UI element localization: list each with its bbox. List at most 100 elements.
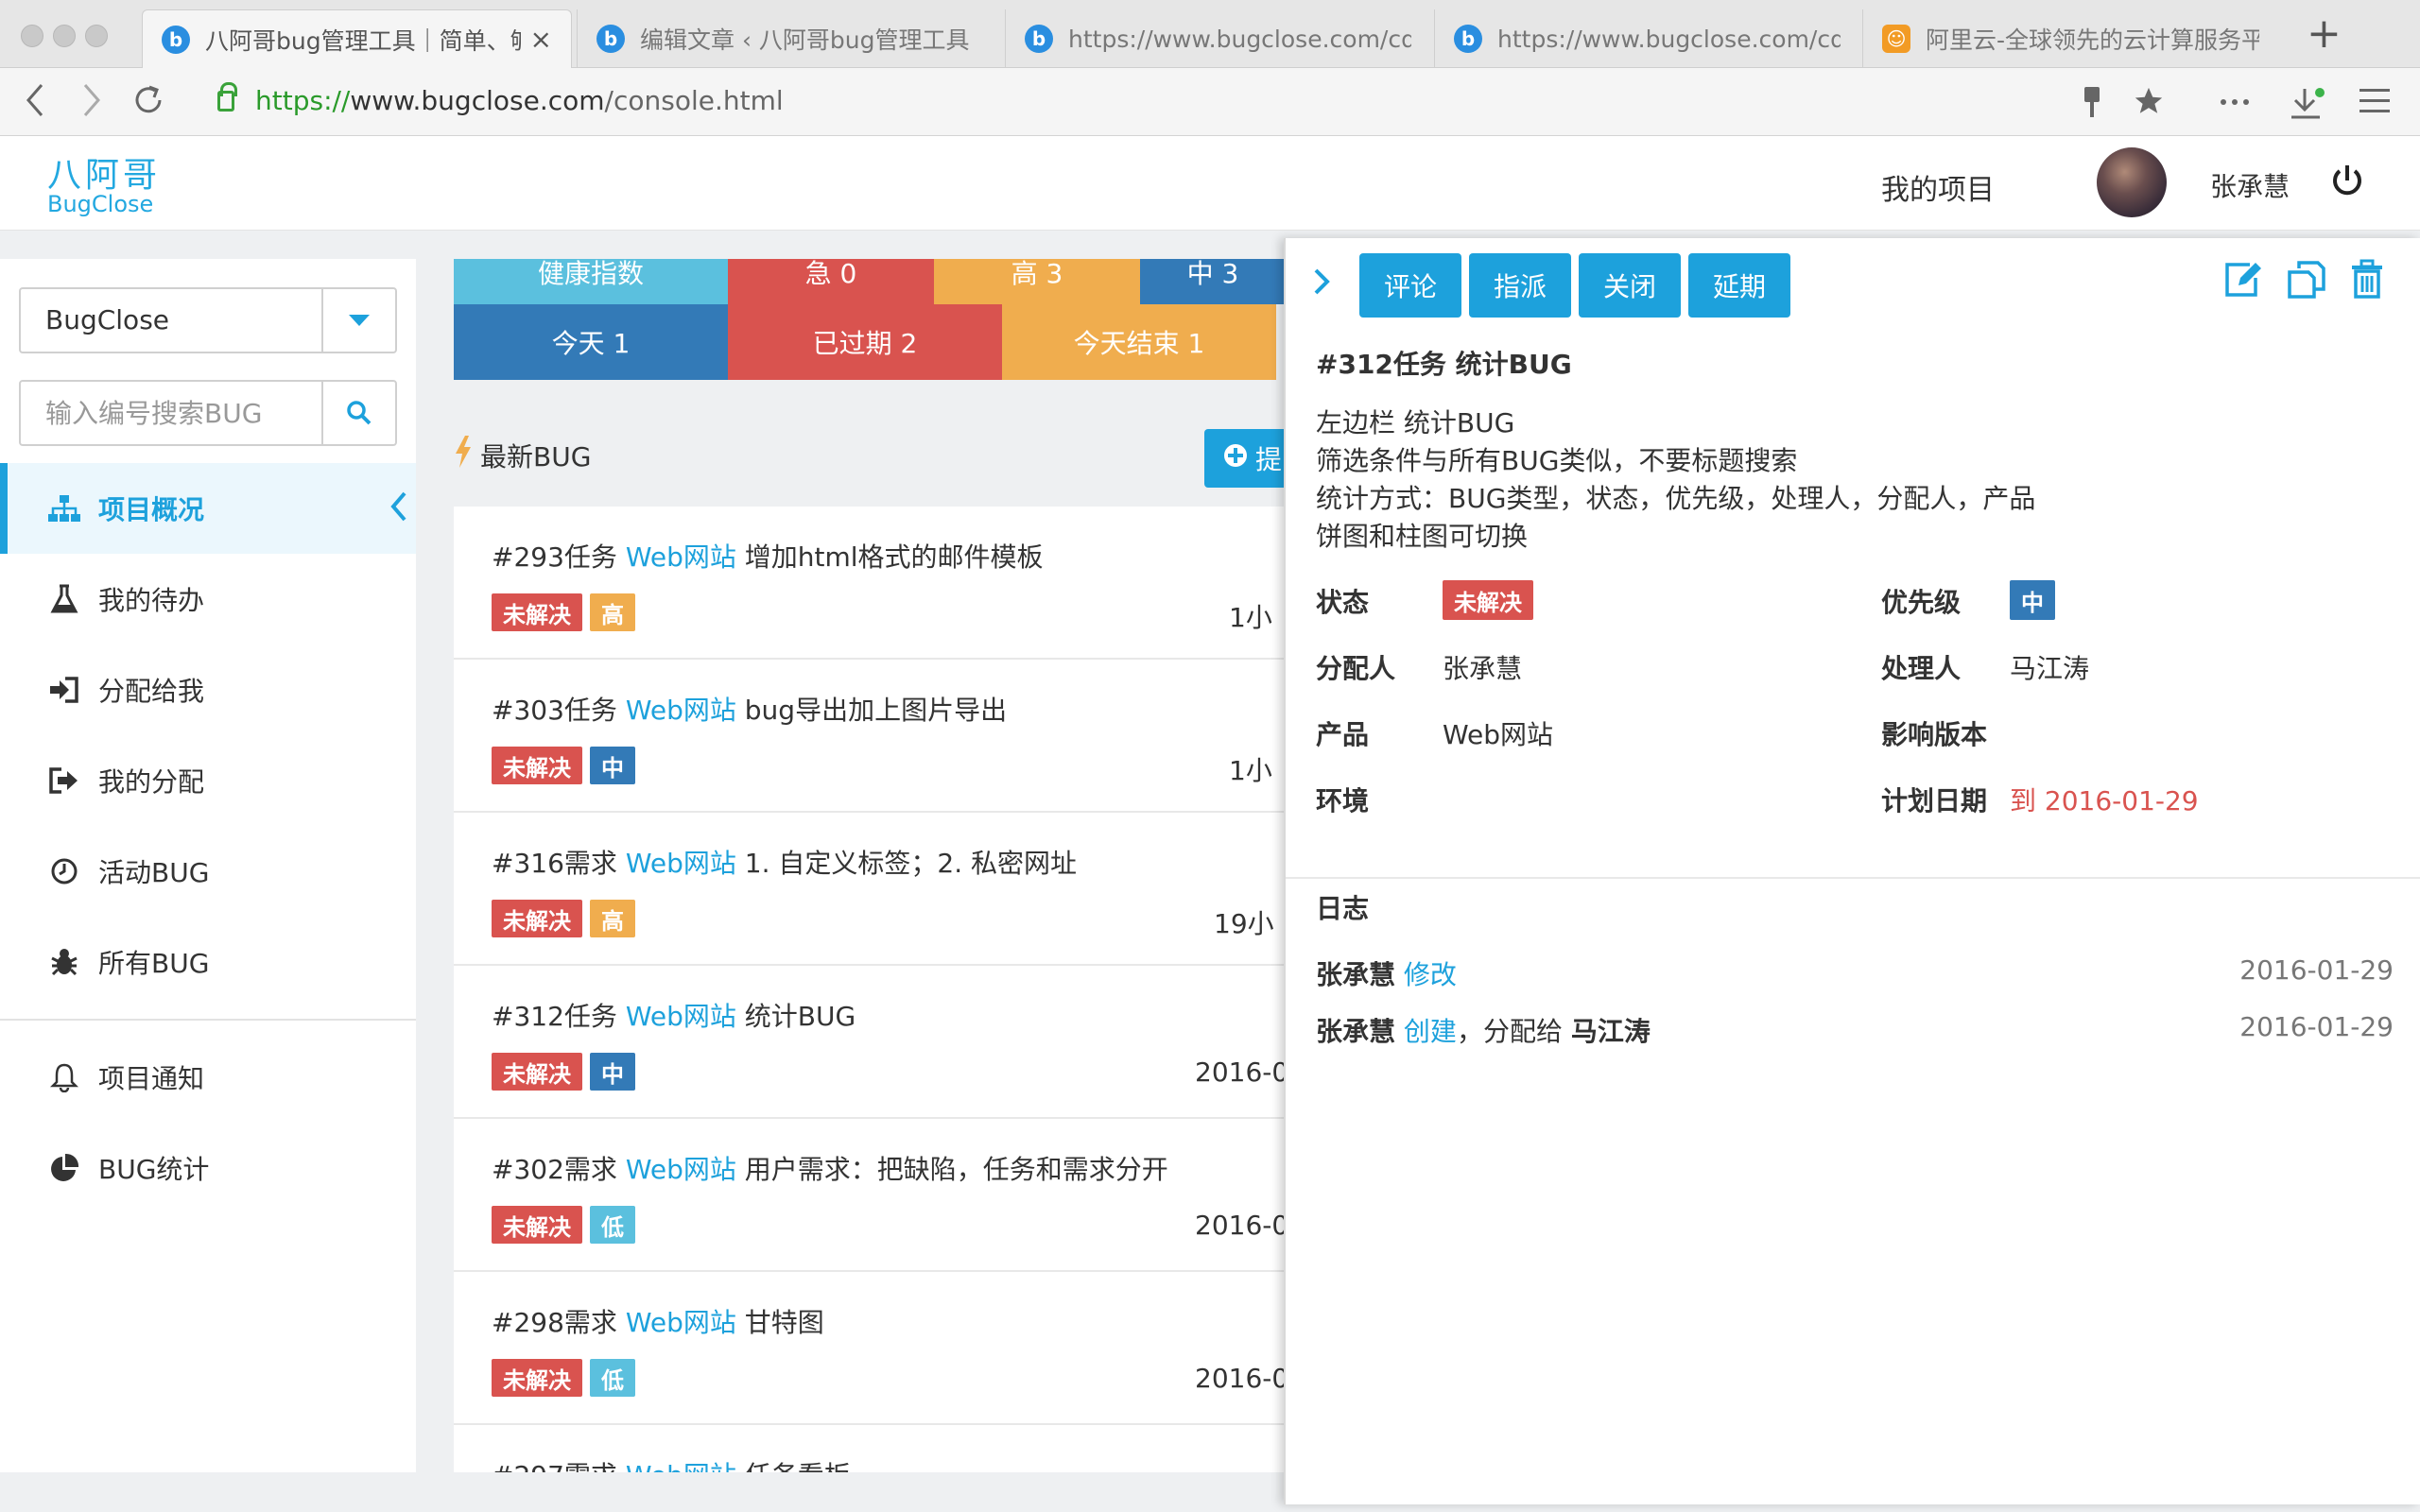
latest-bugs-heading: 最新BUG [454,435,591,475]
bug-row[interactable]: #293任务 Web网站 增加html格式的邮件模板 未解决高 1小 [454,507,1286,660]
overdue-count-stat[interactable]: 已过期 2 [728,304,1002,380]
chevron-down-icon[interactable] [323,289,395,352]
bug-summary: 统计BUG [744,1001,856,1032]
edit-icon[interactable] [2221,259,2263,301]
sidebar-item-active-bugs[interactable]: 活动BUG [0,826,416,917]
bug-title[interactable]: #293任务 Web网站 增加html格式的邮件模板 [492,537,1044,575]
bug-badges: 未解决中 [492,747,643,784]
postpone-button[interactable]: 延期 [1688,253,1790,318]
window-close-button[interactable] [21,25,43,47]
bug-row[interactable]: #303任务 Web网站 bug导出加上图片导出 未解决中 1小 [454,660,1286,813]
bug-title[interactable]: #302需求 Web网站 用户需求：把缺陷，任务和需求分开 [492,1149,1168,1187]
bookmark-star-icon[interactable] [2133,85,2165,122]
handler-value: 马江涛 [2010,653,2090,684]
browser-tab[interactable]: ☺ 阿里云-全球领先的云计算服务平 [1862,9,2278,68]
sidebar-divider [0,1019,416,1021]
status-badge[interactable]: 未解决 [1443,580,1533,620]
submit-bug-button[interactable]: 提 [1204,429,1286,488]
bug-title[interactable]: #303任务 Web网站 bug导出加上图片导出 [492,690,1007,728]
pin-icon[interactable] [2080,85,2104,124]
bug-row[interactable]: #302需求 Web网站 用户需求：把缺陷，任务和需求分开 未解决低 2016-… [454,1119,1286,1272]
bell-icon [47,1060,81,1094]
browser-tab-bar: b 八阿哥bug管理工具｜简单、够用 × b 编辑文章 ‹ 八阿哥bug管理工具… [0,0,2420,68]
priority-badge[interactable]: 中 [2010,580,2055,620]
health-index-stat[interactable]: 健康指数 [454,259,728,304]
power-icon[interactable] [2329,163,2365,198]
bug-row[interactable]: #316需求 Web网站 1. 自定义标签；2. 私密网址 未解决高 19小 [454,813,1286,966]
sidebar-item-bug-stats[interactable]: BUG统计 [0,1123,416,1213]
secure-lock-icon [217,81,237,112]
address-bar[interactable]: https://www.bugclose.com/console.html [217,81,784,116]
new-tab-button[interactable]: + [2307,13,2342,55]
today-count-stat[interactable]: 今天 1 [454,304,728,380]
logo-subtitle[interactable]: BugClose [47,191,153,217]
copy-icon[interactable] [2286,259,2327,301]
log-action-link[interactable]: 创建 [1404,1016,1457,1047]
assign-button[interactable]: 指派 [1469,253,1571,318]
log-action-link[interactable]: 修改 [1404,959,1457,990]
assigner-value: 张承慧 [1443,653,1523,684]
bug-title[interactable]: #316需求 Web网站 1. 自定义标签；2. 私密网址 [492,843,1077,881]
sidebar-item-label: 分配给我 [98,676,205,707]
window-minimize-button[interactable] [53,25,76,47]
sidebar-item-label: 活动BUG [98,857,210,888]
my-projects-link[interactable]: 我的项目 [1881,166,1995,208]
close-bug-button[interactable]: 关闭 [1579,253,1681,318]
pie-chart-icon [47,1151,81,1185]
sidebar-item-all-bugs[interactable]: 所有BUG [0,917,416,1007]
ending-today-stat[interactable]: 今天结束 1 [1002,304,1276,380]
bug-summary: 增加html格式的邮件模板 [744,541,1044,573]
bugclose-favicon-icon: b [1454,25,1482,53]
medium-count-stat[interactable]: 中 3 [1140,259,1286,304]
sidebar: BugClose 项目概况 我的待办 [0,259,416,1472]
bug-row[interactable]: #298需求 Web网站 甘特图 未解决低 2016-0 [454,1272,1286,1425]
window-zoom-button[interactable] [85,25,108,47]
browser-tab[interactable]: b https://www.bugclose.com/cq [1434,9,1859,68]
browser-tab[interactable]: b https://www.bugclose.com/cq [1005,9,1430,68]
avatar[interactable] [2097,147,2167,217]
bug-title[interactable]: #297需求 Web网站 任务看板 [492,1455,851,1472]
search-icon[interactable] [323,382,395,444]
bug-summary: bug导出加上图片导出 [744,695,1008,726]
sidebar-item-my-todo[interactable]: 我的待办 [0,554,416,644]
bug-row[interactable]: #312任务 Web网站 统计BUG 未解决中 2016-0 [454,966,1286,1119]
project-select[interactable]: BugClose [19,287,397,353]
bug-product: Web网站 [626,1460,736,1472]
bug-type: 任务 [563,541,617,573]
search-input[interactable] [21,382,323,444]
bug-badges: 未解决低 [492,1359,643,1397]
logo-title[interactable]: 八阿哥 [47,147,161,197]
description-line: 饼图和柱图可切换 [1316,521,1529,552]
sidebar-item-my-assigned[interactable]: 我的分配 [0,735,416,826]
browser-tab-active[interactable]: b 八阿哥bug管理工具｜简单、够用 × [142,9,572,68]
comment-button[interactable]: 评论 [1359,253,1461,318]
bug-row[interactable]: #297需求 Web网站 任务看板 [454,1425,1286,1472]
sidebar-item-label: 项目通知 [98,1063,205,1094]
back-button[interactable] [23,81,47,126]
hamburger-menu-icon[interactable] [2358,85,2392,122]
bug-product: Web网站 [625,848,736,879]
close-tab-icon[interactable]: × [530,24,552,55]
chevron-left-icon[interactable] [388,488,410,532]
high-count-stat[interactable]: 高 3 [934,259,1140,304]
chevron-right-icon[interactable] [1310,263,1333,304]
bug-title[interactable]: #298需求 Web网站 甘特图 [492,1302,824,1340]
browser-tab[interactable]: b 编辑文章 ‹ 八阿哥bug管理工具 [577,9,1002,68]
forward-button[interactable] [79,81,104,126]
bug-title[interactable]: #312任务 Web网站 统计BUG [492,996,856,1034]
sidebar-item-assigned-to-me[interactable]: 分配给我 [0,644,416,735]
user-name[interactable]: 张承慧 [2210,166,2290,204]
plan-date-label: 计划日期 [1881,785,1988,816]
bug-time: 2016-0 [1195,1057,1286,1088]
more-menu-icon[interactable] [2218,85,2252,124]
bug-badges: 未解决中 [492,1053,643,1091]
trash-icon[interactable] [2348,259,2390,301]
sidebar-item-notifications[interactable]: 项目通知 [0,1032,416,1123]
sidebar-item-overview[interactable]: 项目概况 [0,463,416,554]
bug-time: 2016-0 [1195,1363,1286,1394]
bug-product: Web网站 [625,695,736,726]
reload-button[interactable] [130,81,166,126]
download-icon[interactable] [2288,85,2325,126]
urgent-count-stat[interactable]: 急 0 [728,259,934,304]
priority-badge: 高 [590,593,635,631]
